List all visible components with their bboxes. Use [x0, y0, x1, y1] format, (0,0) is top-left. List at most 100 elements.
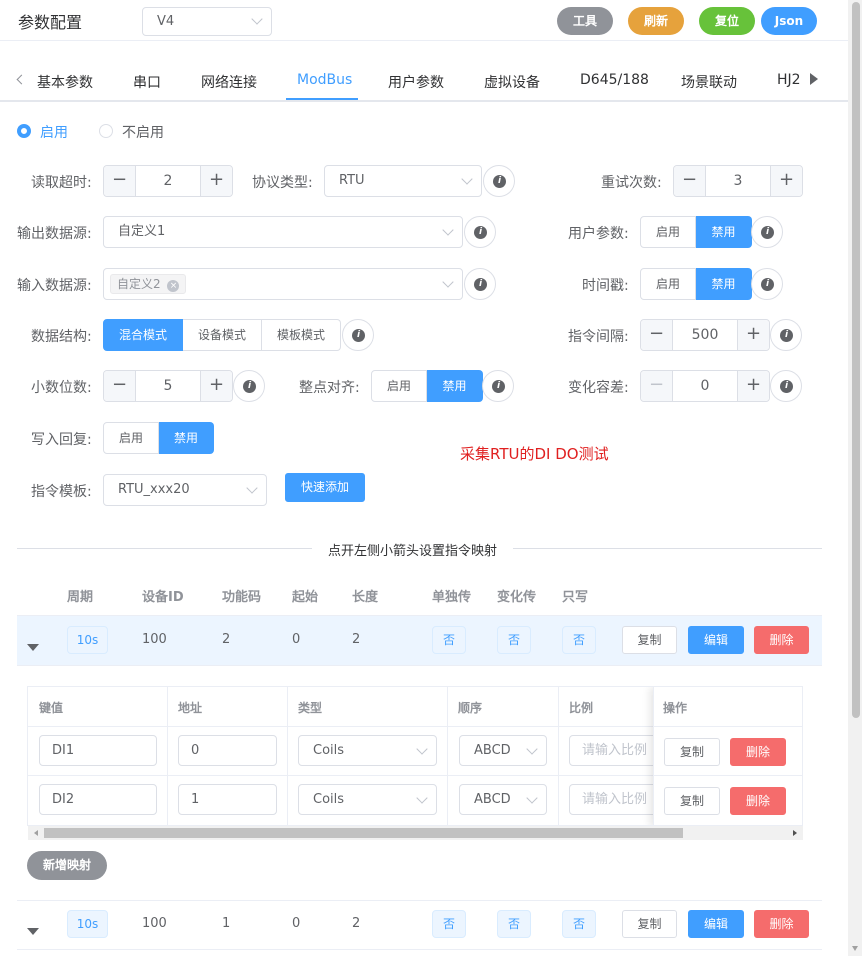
single-tag[interactable]: 否	[432, 626, 466, 654]
reset-button[interactable]: 复位	[699, 7, 755, 35]
plus-icon[interactable]: +	[770, 166, 802, 196]
align-info-icon[interactable]: i	[482, 370, 514, 402]
protocol-select[interactable]: RTU	[324, 165, 482, 197]
decimals-info-icon[interactable]: i	[233, 370, 265, 402]
map-delete-button[interactable]: 删除	[730, 787, 786, 815]
radio-disable[interactable]	[99, 124, 113, 138]
edit-button[interactable]: 编辑	[688, 910, 744, 938]
retries-value[interactable]: 3	[706, 166, 770, 196]
output-source-info-icon[interactable]: i	[464, 216, 496, 248]
scroll-right-arrow-icon[interactable]	[793, 830, 797, 836]
page-scrollbar-thumb[interactable]	[852, 2, 860, 718]
write-reply-enable[interactable]: 启用	[103, 422, 159, 454]
tools-button[interactable]: 工具	[557, 7, 613, 35]
user-params-info-icon[interactable]: i	[751, 216, 783, 248]
expand-arrow-icon[interactable]	[27, 928, 39, 935]
order-select[interactable]: ABCD	[459, 784, 547, 815]
input-source-select[interactable]: 自定义2 ×	[103, 268, 463, 300]
expand-arrow-icon[interactable]	[27, 644, 39, 651]
read-timeout-stepper[interactable]: − 2 +	[103, 165, 233, 197]
map-delete-button[interactable]: 删除	[730, 738, 786, 766]
tab-user-params[interactable]: 用户参数	[388, 72, 444, 92]
decimals-value[interactable]: 5	[136, 371, 200, 401]
minus-icon[interactable]: −	[641, 320, 673, 350]
scroll-down-arrow-icon[interactable]	[852, 946, 858, 951]
scroll-left-arrow-icon[interactable]	[34, 830, 38, 836]
tolerance-value[interactable]: 0	[673, 371, 737, 401]
table-row[interactable]: 10s 100 1 0 2 否 否 否 复制 编辑 删除	[17, 901, 822, 949]
decimals-stepper[interactable]: − 5 +	[103, 370, 233, 402]
tab-serial[interactable]: 串口	[133, 72, 161, 92]
tab-modbus[interactable]: ModBus	[297, 72, 352, 88]
timestamp-enable[interactable]: 启用	[640, 268, 696, 300]
table-row[interactable]: 10s 100 2 0 2 否 否 否 复制 编辑 删除	[17, 616, 822, 665]
data-structure-info-icon[interactable]: i	[342, 319, 374, 351]
tab-next-icon[interactable]	[810, 73, 818, 85]
map-copy-button[interactable]: 复制	[664, 738, 720, 766]
mapping-hscroll-thumb[interactable]	[44, 828, 683, 838]
address-input[interactable]: 0	[178, 735, 277, 766]
template-select[interactable]: RTU_xxx20	[103, 474, 267, 506]
tab-hj2[interactable]: HJ2	[777, 72, 801, 88]
mapping-hscrollbar[interactable]	[28, 826, 803, 840]
change-tag[interactable]: 否	[497, 910, 531, 938]
radio-enable[interactable]	[17, 124, 31, 138]
tab-d645[interactable]: D645/188	[580, 72, 649, 88]
version-select[interactable]: V4	[142, 7, 272, 36]
key-input[interactable]: DI2	[39, 784, 157, 815]
write-reply-disable[interactable]: 禁用	[159, 422, 214, 454]
mode-template[interactable]: 模板模式	[262, 319, 341, 351]
minus-icon[interactable]: −	[674, 166, 706, 196]
minus-icon[interactable]: −	[104, 166, 136, 196]
tag-close-icon[interactable]: ×	[167, 280, 180, 292]
tolerance-stepper[interactable]: − 0 +	[640, 370, 770, 402]
user-params-disable[interactable]: 禁用	[696, 216, 752, 248]
tab-basic[interactable]: 基本参数	[37, 72, 93, 92]
copy-button[interactable]: 复制	[622, 626, 677, 654]
tab-network[interactable]: 网络连接	[201, 72, 257, 92]
change-tag[interactable]: 否	[497, 626, 531, 654]
timestamp-info-icon[interactable]: i	[751, 268, 783, 300]
retries-stepper[interactable]: − 3 +	[673, 165, 803, 197]
type-select[interactable]: Coils	[298, 784, 437, 815]
protocol-info-icon[interactable]: i	[483, 165, 515, 197]
tab-virtual-device[interactable]: 虚拟设备	[484, 72, 540, 92]
add-mapping-button[interactable]: 新增映射	[27, 851, 107, 880]
type-select[interactable]: Coils	[298, 735, 437, 766]
plus-icon[interactable]: +	[200, 371, 232, 401]
user-params-toggle[interactable]: 启用 禁用	[640, 216, 752, 248]
delete-button[interactable]: 删除	[754, 910, 809, 938]
mode-device[interactable]: 设备模式	[183, 319, 262, 351]
copy-button[interactable]: 复制	[622, 910, 677, 938]
refresh-button[interactable]: 刷新	[628, 7, 684, 35]
cmd-interval-stepper[interactable]: − 500 +	[640, 319, 770, 351]
page-scrollbar[interactable]	[848, 0, 862, 956]
minus-icon[interactable]: −	[641, 371, 673, 401]
output-source-select[interactable]: 自定义1	[103, 216, 463, 248]
tab-scene[interactable]: 场景联动	[681, 72, 737, 92]
align-disable[interactable]: 禁用	[427, 370, 483, 402]
timestamp-disable[interactable]: 禁用	[696, 268, 752, 300]
json-button[interactable]: Json	[761, 7, 817, 35]
minus-icon[interactable]: −	[104, 371, 136, 401]
cmd-interval-info-icon[interactable]: i	[770, 319, 802, 351]
user-params-enable[interactable]: 启用	[640, 216, 696, 248]
align-enable[interactable]: 启用	[371, 370, 427, 402]
radio-enable-label[interactable]: 启用	[40, 122, 68, 142]
single-tag[interactable]: 否	[432, 910, 466, 938]
plus-icon[interactable]: +	[737, 320, 769, 350]
align-toggle[interactable]: 启用 禁用	[371, 370, 483, 402]
quick-add-button[interactable]: 快速添加	[285, 473, 365, 502]
order-select[interactable]: ABCD	[459, 735, 547, 766]
map-copy-button[interactable]: 复制	[664, 787, 720, 815]
address-input[interactable]: 1	[178, 784, 277, 815]
key-input[interactable]: DI1	[39, 735, 157, 766]
input-source-info-icon[interactable]: i	[464, 268, 496, 300]
write-only-tag[interactable]: 否	[562, 626, 596, 654]
data-structure-toggle[interactable]: 混合模式 设备模式 模板模式	[103, 319, 341, 351]
mode-mixed[interactable]: 混合模式	[103, 319, 183, 351]
tolerance-info-icon[interactable]: i	[770, 370, 802, 402]
cmd-interval-value[interactable]: 500	[673, 320, 737, 350]
write-reply-toggle[interactable]: 启用 禁用	[103, 422, 214, 454]
read-timeout-value[interactable]: 2	[136, 166, 200, 196]
